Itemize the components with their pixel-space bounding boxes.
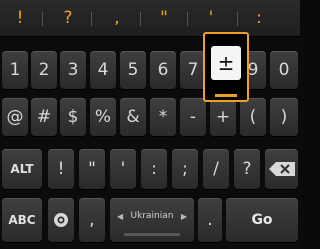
microphone-icon: [54, 213, 68, 227]
suggestion-question[interactable]: ?: [56, 0, 80, 36]
key-question[interactable]: ?: [234, 149, 260, 189]
key-single-quote[interactable]: ': [110, 149, 136, 189]
space-key[interactable]: ◀ Ukrainian ▶: [110, 198, 194, 242]
suggestion-divider: [91, 12, 92, 26]
key-dollar[interactable]: $: [60, 98, 86, 136]
key-slash[interactable]: /: [203, 149, 229, 189]
alt-key[interactable]: ALT: [2, 149, 42, 189]
key-open-paren[interactable]: (: [240, 98, 266, 136]
popup-char[interactable]: ±: [211, 46, 241, 80]
key-close-paren[interactable]: ): [270, 98, 298, 136]
key-semicolon[interactable]: ;: [172, 149, 198, 189]
suggestion-divider: [42, 12, 43, 26]
language-right-arrow-icon: ▶: [180, 212, 187, 221]
key-2[interactable]: 2: [31, 51, 57, 89]
suggestion-single-quote[interactable]: ': [199, 0, 223, 36]
suggestion-double-quote[interactable]: ": [152, 0, 176, 36]
key-comma[interactable]: ,: [79, 198, 105, 242]
key-double-quote[interactable]: ": [79, 149, 105, 189]
voice-input-key[interactable]: [48, 198, 74, 242]
key-6[interactable]: 6: [150, 51, 176, 89]
suggestion-divider: [237, 12, 238, 26]
key-ampersand[interactable]: &: [120, 98, 146, 136]
key-minus[interactable]: -: [180, 98, 206, 136]
suggestion-divider: [187, 12, 188, 26]
backspace-key[interactable]: [265, 149, 298, 189]
key-exclamation[interactable]: !: [48, 149, 74, 189]
suggestion-divider: [140, 12, 141, 26]
suggestion-colon[interactable]: :: [247, 0, 271, 36]
key-4[interactable]: 4: [90, 51, 116, 89]
space-bar-indicator: [124, 233, 180, 236]
suggestion-comma[interactable]: ,: [105, 0, 129, 36]
key-period[interactable]: .: [198, 198, 222, 242]
abc-key[interactable]: ABC: [2, 198, 42, 242]
go-key[interactable]: Go: [226, 198, 298, 242]
symbols-keyboard: ! ? , " ' : 1 2 3 4 5 6 7 8 9 0 @ # $ % …: [0, 0, 300, 249]
key-colon[interactable]: :: [141, 149, 167, 189]
key-1[interactable]: 1: [2, 51, 28, 89]
key-percent[interactable]: %: [90, 98, 116, 136]
key-asterisk[interactable]: *: [150, 98, 176, 136]
key-at[interactable]: @: [2, 98, 28, 136]
key-3[interactable]: 3: [60, 51, 86, 89]
key-preview-popup: ±: [203, 32, 249, 102]
key-hash[interactable]: #: [31, 98, 57, 136]
key-0[interactable]: 0: [270, 51, 298, 89]
suggestion-exclamation[interactable]: !: [8, 0, 32, 36]
backspace-icon: [268, 162, 295, 176]
suggestion-strip: ! ? , " ' :: [0, 0, 300, 37]
popup-highlight-bar: [215, 94, 237, 97]
key-plus[interactable]: +: [210, 98, 236, 136]
key-5[interactable]: 5: [120, 51, 146, 89]
